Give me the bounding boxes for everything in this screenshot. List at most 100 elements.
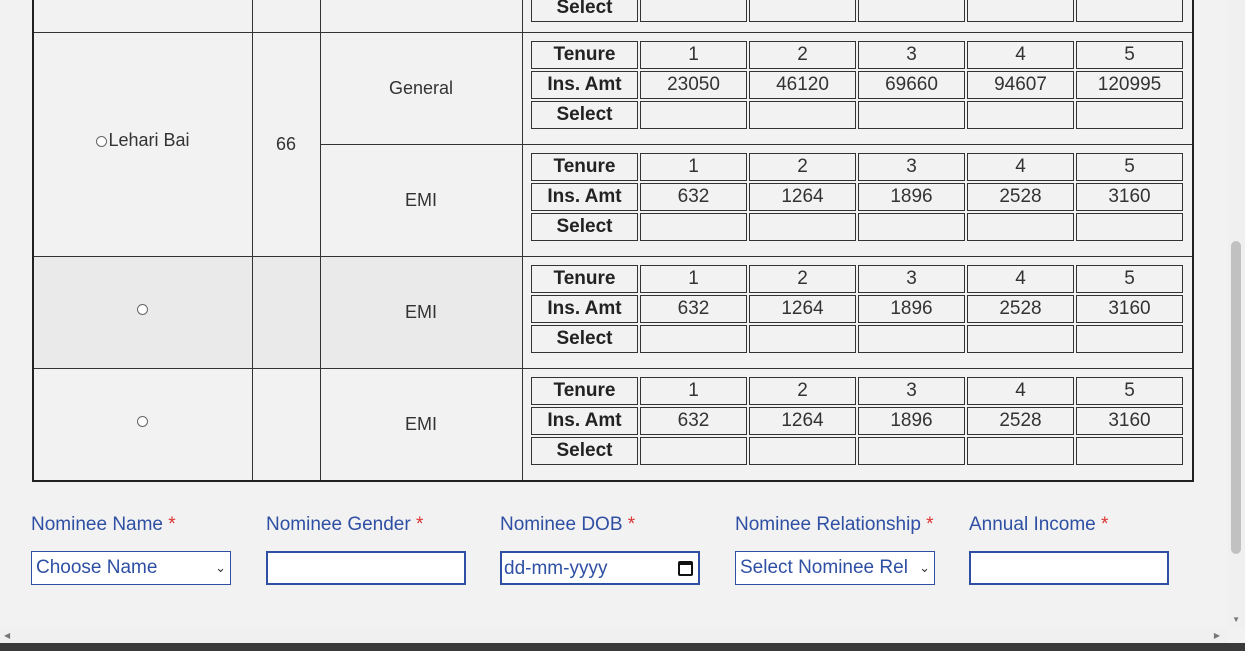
tenure-value: 1 — [640, 153, 747, 181]
calendar-icon[interactable] — [678, 561, 693, 576]
ins-amt-value: 1896 — [858, 407, 965, 435]
nominee-name-label: Nominee Name * — [31, 514, 176, 535]
plan-type: EMI — [404, 414, 437, 434]
tenure-label: Tenure — [531, 41, 638, 69]
tenure-value: 5 — [1076, 153, 1183, 181]
select-option[interactable] — [749, 213, 856, 241]
required-mark: * — [168, 514, 176, 535]
ins-amt-value: 2528 — [967, 407, 1074, 435]
ins-amt-label: Ins. Amt — [531, 407, 638, 435]
tenure-value: 1 — [640, 377, 747, 405]
select-option[interactable] — [858, 213, 965, 241]
tenure-value: 2 — [749, 41, 856, 69]
row-divider — [320, 144, 1192, 145]
select-label: Select — [531, 101, 638, 129]
select-option[interactable] — [640, 325, 747, 353]
select-option[interactable] — [967, 437, 1074, 465]
select-option[interactable] — [1076, 325, 1183, 353]
ins-amt-value: 3160 — [1076, 407, 1183, 435]
tenure-value: 4 — [967, 377, 1074, 405]
ins-amt-value: 2528 — [967, 183, 1074, 211]
col-divider — [252, 0, 253, 480]
ins-amt-label: Ins. Amt — [531, 295, 638, 323]
vertical-scrollbar[interactable]: ▼ — [1228, 0, 1245, 628]
required-mark: * — [926, 514, 934, 535]
row-divider — [34, 368, 1192, 369]
required-mark: * — [627, 514, 636, 535]
plan-type: General — [388, 78, 454, 98]
select-option[interactable] — [858, 437, 965, 465]
nominee-relationship-value: Select Nominee Rel — [740, 557, 908, 578]
ins-amt-value: 3160 — [1076, 295, 1183, 323]
select-option[interactable] — [640, 437, 747, 465]
plan-type: EMI — [404, 302, 437, 322]
tenure-label: Tenure — [531, 265, 638, 293]
tenure-value: 5 — [1076, 41, 1183, 69]
ins-amt-value: 632 — [640, 183, 747, 211]
tenure-value: 4 — [967, 153, 1074, 181]
select-option[interactable] — [967, 213, 1074, 241]
ins-amt-label: Ins. Amt — [531, 71, 638, 99]
select-option[interactable] — [640, 213, 747, 241]
horizontal-scrollbar[interactable]: ◀ ▶ — [0, 628, 1228, 643]
select-option[interactable] — [640, 0, 747, 22]
select-option[interactable] — [858, 0, 965, 22]
nominee-relationship-select[interactable]: Select Nominee Rel ⌄ — [735, 551, 935, 585]
applicant-name-cell[interactable]: Lehari Bai — [34, 130, 252, 151]
window-bottom-edge — [0, 643, 1245, 651]
select-option[interactable] — [1076, 0, 1183, 22]
radio-button[interactable] — [137, 303, 148, 315]
radio-button[interactable] — [137, 415, 148, 427]
tenure-label: Tenure — [531, 377, 638, 405]
select-option[interactable] — [1076, 101, 1183, 129]
applicant-name-cell[interactable] — [34, 410, 252, 431]
annual-income-label: Annual Income * — [969, 514, 1109, 535]
required-mark: * — [1101, 514, 1109, 535]
ins-amt-value: 1264 — [749, 407, 856, 435]
tenure-table: Tenure 1 2 3 4 5 Ins. Amt 632 1264 1896 … — [529, 375, 1185, 467]
scroll-right-arrow-icon[interactable]: ▶ — [1214, 631, 1220, 640]
applicant-name-cell[interactable] — [34, 298, 252, 319]
ins-amt-label: Ins. Amt — [531, 183, 638, 211]
tenure-label: Tenure — [531, 153, 638, 181]
select-option[interactable] — [967, 325, 1074, 353]
nominee-relationship-label: Nominee Relationship * — [735, 514, 934, 535]
select-option[interactable] — [749, 325, 856, 353]
select-label: Select — [531, 0, 638, 22]
select-option[interactable] — [640, 101, 747, 129]
select-option[interactable] — [749, 101, 856, 129]
annual-income-input[interactable] — [969, 551, 1169, 585]
select-option[interactable] — [749, 0, 856, 22]
select-option[interactable] — [1076, 213, 1183, 241]
tenure-value: 5 — [1076, 265, 1183, 293]
scroll-down-arrow-icon[interactable]: ▼ — [1232, 615, 1240, 624]
select-option[interactable] — [749, 437, 856, 465]
required-mark: * — [415, 514, 424, 535]
scroll-left-arrow-icon[interactable]: ◀ — [4, 631, 10, 640]
vertical-scroll-thumb[interactable] — [1231, 241, 1241, 554]
select-option[interactable] — [1076, 437, 1183, 465]
select-option[interactable] — [858, 101, 965, 129]
select-option[interactable] — [967, 101, 1074, 129]
row-divider — [34, 32, 1192, 33]
dob-placeholder: dd-mm-yyyy — [504, 558, 608, 579]
radio-button[interactable] — [96, 135, 108, 147]
chevron-down-icon: ⌄ — [919, 560, 930, 575]
nominee-name-value: Choose Name — [36, 557, 158, 578]
ins-amt-value: 2528 — [967, 295, 1074, 323]
tenure-value: 3 — [858, 377, 965, 405]
select-option[interactable] — [967, 0, 1074, 22]
tenure-value: 3 — [858, 41, 965, 69]
ins-amt-value: 632 — [640, 295, 747, 323]
select-option[interactable] — [858, 325, 965, 353]
nominee-gender-input[interactable] — [266, 551, 466, 585]
nominee-name-select[interactable]: Choose Name ⌄ — [31, 551, 231, 585]
col-divider — [320, 0, 321, 480]
tenure-value: 4 — [967, 265, 1074, 293]
nominee-dob-input[interactable]: dd-mm-yyyy — [500, 551, 700, 585]
ins-amt-value: 1264 — [749, 295, 856, 323]
tenure-table: Tenure 1 2 3 4 5 Ins. Amt 23050 46120 69… — [529, 39, 1185, 131]
tenure-value: 1 — [640, 265, 747, 293]
tenure-value: 2 — [749, 153, 856, 181]
tenure-value: 5 — [1076, 377, 1183, 405]
